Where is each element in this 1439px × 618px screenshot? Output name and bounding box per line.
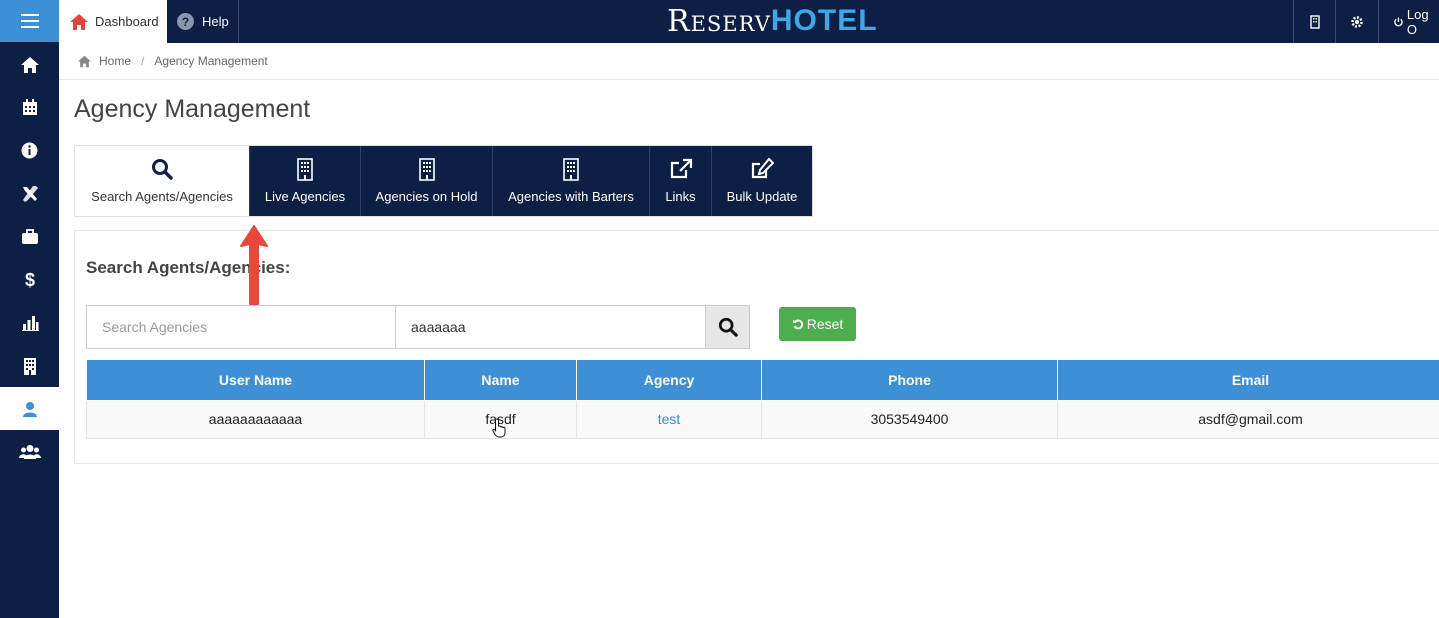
breadcrumb-home-link[interactable]: Home [99,54,131,68]
tab-links[interactable]: Links [649,146,711,216]
cell-agency: test [576,399,762,439]
sidebar-item-calendar[interactable] [0,86,59,129]
search-term-input[interactable] [396,306,705,348]
question-icon: ? [177,13,194,30]
svg-text:$: $ [24,270,34,290]
sidebar-item-billing[interactable]: $ [0,258,59,301]
info-icon [21,142,38,159]
gear-icon [1351,15,1363,28]
sidebar-item-properties[interactable] [0,344,59,387]
reservhotel-logo: Reserv HOTEL [667,3,878,39]
top-bar: Dashboard ? Help Reserv HOTEL Log O [0,0,1439,43]
cell-email: asdf@gmail.com [1057,399,1439,439]
agency-tabs: Search Agents/Agencies Live Agencies Age… [74,145,813,217]
user-icon [22,401,37,417]
tab-label: Search Agents/Agencies [91,189,233,204]
column-header-agency[interactable]: Agency [576,360,762,401]
column-header-phone[interactable]: Phone [761,360,1058,401]
external-link-icon [670,158,692,179]
tab-agencies-with-barters[interactable]: Agencies with Barters [492,146,649,216]
sidebar-item-info[interactable] [0,129,59,172]
tab-label: Live Agencies [264,189,346,204]
tab-label: Links [665,189,696,204]
sidebar-item-briefcase[interactable] [0,215,59,258]
breadcrumb-current: Agency Management [154,54,268,68]
cell-user-name: aaaaaaaaaaaa [86,399,425,439]
logout-label: Log O [1406,6,1429,37]
tab-search-agents[interactable]: Search Agents/Agencies [75,146,249,216]
column-header-user-name[interactable]: User Name [86,360,425,401]
building-icon [1309,14,1320,29]
dashboard-label: Dashboard [95,14,159,29]
dollar-icon: $ [24,270,34,290]
tab-live-agencies[interactable]: Live Agencies [249,146,360,216]
table-header-row: User Name Name Agency Phone Email [86,360,1439,401]
reset-button[interactable]: Reset [779,307,856,341]
search-button[interactable] [705,306,749,348]
building-icon [418,157,435,181]
briefcase-icon [21,229,38,244]
logo-reserv-text: Reserv [667,3,771,39]
users-icon [18,444,41,459]
calendar-icon [22,99,37,115]
search-icon [718,317,738,337]
search-group [86,305,750,349]
help-label: Help [202,14,229,29]
breadcrumb: Home / Agency Management [59,43,1439,80]
edit-icon [751,158,774,179]
tab-agencies-on-hold[interactable]: Agencies on Hold [360,146,492,216]
settings-button[interactable] [1335,0,1378,43]
cell-phone: 3053549400 [761,399,1058,439]
hamburger-icon [20,20,39,22]
tab-label: Bulk Update [726,189,798,204]
tab-label: Agencies with Barters [508,189,634,204]
column-header-email[interactable]: Email [1057,360,1439,401]
building-icon [563,157,579,181]
reset-label: Reset [806,316,844,332]
tools-icon [22,185,38,202]
home-icon [20,56,39,73]
search-agencies-input[interactable] [87,306,396,348]
logo-hotel-text: HOTEL [770,4,878,37]
sidebar-item-agents[interactable] [0,387,59,430]
logout-button[interactable]: Log O [1378,0,1439,43]
sidebar-item-groups[interactable] [0,430,59,473]
undo-icon [792,319,803,330]
sidebar-item-home[interactable] [0,43,59,86]
sidebar-item-reports[interactable] [0,301,59,344]
column-header-name[interactable]: Name [424,360,577,401]
power-icon [1394,16,1403,26]
menu-toggle-button[interactable] [0,0,59,42]
hand-cursor-icon [492,418,506,438]
home-icon [70,13,88,30]
help-link[interactable]: ? Help [167,0,239,43]
sidebar: $ [0,43,59,618]
tab-bulk-update[interactable]: Bulk Update [711,146,812,216]
table-row[interactable]: aaaaaaaaaaaa fasdf test 3053549400 asdf@… [86,399,1439,439]
tab-label: Agencies on Hold [375,189,478,204]
results-table: User Name Name Agency Phone Email aaaaaa… [86,360,1439,439]
search-panel: Search Agents/Agencies: Reset User Name … [74,230,1439,464]
page-title: Agency Management [74,95,311,123]
home-icon [78,55,91,67]
building-button[interactable] [1293,0,1335,43]
building-icon [23,357,36,375]
dashboard-link[interactable]: Dashboard [59,0,167,43]
bar-chart-icon [21,315,39,331]
annotation-arrow-icon [240,225,268,305]
sidebar-item-tools[interactable] [0,172,59,215]
building-icon [297,157,313,181]
breadcrumb-separator: / [141,54,145,68]
search-icon [152,159,173,180]
agency-link[interactable]: test [658,411,681,427]
